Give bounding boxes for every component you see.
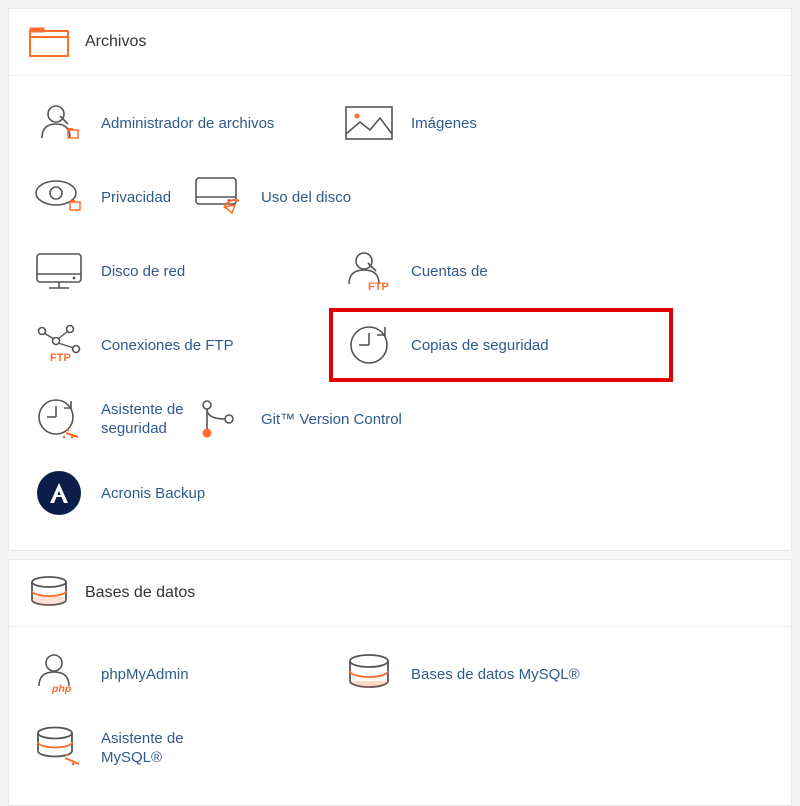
item-privacidad[interactable]: Privacidad [29,160,189,234]
item-conexiones-ftp[interactable]: FTP Conexiones de FTP [29,308,339,382]
archivos-header: Archivos [9,9,791,76]
item-acronis-backup[interactable]: Acronis Backup [29,456,339,530]
backup-icon [339,321,399,369]
acronis-icon [29,471,89,515]
item-label: Uso del disco [261,189,351,206]
item-label: phpMyAdmin [101,666,189,683]
privacy-icon [29,178,89,216]
git-icon [189,397,249,441]
item-copias-de-seguridad[interactable]: Copias de seguridad [329,308,673,382]
bases-de-datos-panel: Bases de datos php phpMyAdmin [8,559,792,806]
item-label: Git™ Version Control [261,411,402,428]
item-phpmyadmin[interactable]: php phpMyAdmin [29,637,339,711]
item-bases-de-datos-mysql[interactable]: Bases de datos MySQL® [339,637,649,711]
item-label: Bases de datos MySQL® [411,666,580,683]
item-label: Cuentas de [411,263,488,280]
file-manager-icon [29,102,89,144]
item-cuentas[interactable]: FTP Cuentas de [339,234,499,308]
backup-wizard-icon [29,395,89,443]
item-imagenes[interactable]: Imágenes [339,86,649,160]
item-git-version-control[interactable]: Git™ Version Control [189,382,499,456]
ftp-connections-icon: FTP [29,323,89,367]
item-disco-de-red[interactable]: Disco de red [29,234,339,308]
bases-de-datos-header: Bases de datos [9,560,791,627]
item-asistente-seguridad[interactable]: Asistente de seguridad [29,382,189,456]
bases-de-datos-title: Bases de datos [85,584,195,602]
item-administrador-de-archivos[interactable]: Administrador de archivos [29,86,339,160]
svg-text:FTP: FTP [50,352,71,364]
mysql-wizard-icon [29,726,89,770]
bases-de-datos-grid: php phpMyAdmin Bases de datos MySQL® [29,637,791,785]
item-label: Asistente de seguridad [101,400,189,439]
disk-usage-icon [189,177,249,217]
item-asistente-mysql[interactable]: Asistente de MySQL® [29,711,189,785]
item-label: Conexiones de FTP [101,337,234,354]
database-icon [29,578,69,608]
archivos-title: Archivos [85,33,146,51]
item-uso-del-disco[interactable]: Uso del disco [189,160,499,234]
item-label: Asistente de MySQL® [101,729,189,768]
item-label: Acronis Backup [101,485,205,502]
ftp-accounts-icon: FTP [339,250,399,292]
item-label: Administrador de archivos [101,115,274,132]
archivos-grid: Administrador de archivos Imágenes [29,86,791,530]
archivos-panel: Archivos Administrador de archivos [8,8,792,551]
bases-de-datos-body: php phpMyAdmin Bases de datos MySQL® [9,627,791,805]
item-label: Privacidad [101,189,171,206]
folder-icon [29,27,69,57]
phpmyadmin-icon: php [29,652,89,696]
item-label: Disco de red [101,263,185,280]
network-disk-icon [29,252,89,290]
svg-text:php: php [51,683,72,695]
mysql-db-icon [339,654,399,694]
images-icon [339,106,399,140]
archivos-body: Administrador de archivos Imágenes [9,76,791,550]
item-label: Copias de seguridad [411,337,549,354]
svg-text:FTP: FTP [368,281,389,292]
item-label: Imágenes [411,115,477,132]
